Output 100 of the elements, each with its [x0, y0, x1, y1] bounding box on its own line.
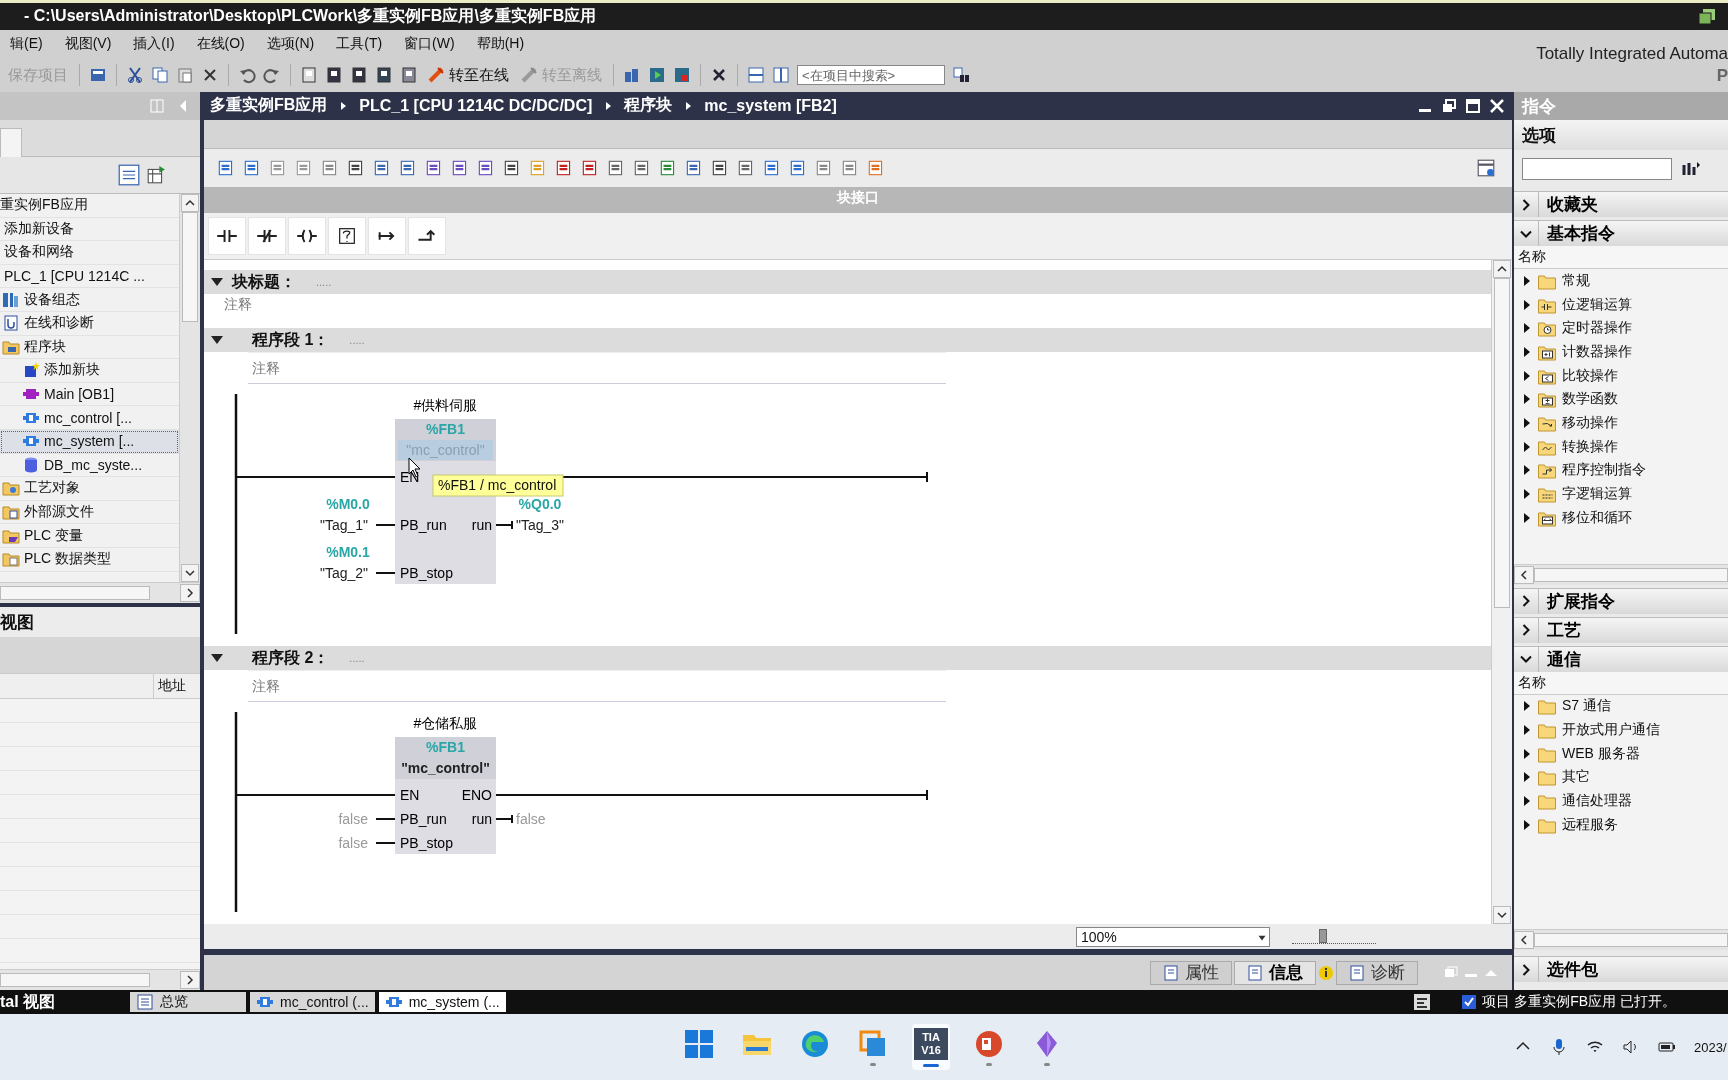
menu-item[interactable]: 工具(T): [336, 35, 395, 53]
device-icon[interactable]: [375, 66, 393, 84]
scrollbar-thumb[interactable]: [0, 973, 150, 987]
tree-item[interactable]: PLC 变量: [0, 524, 179, 548]
instruction-folder[interactable]: 移位和循环: [1514, 505, 1728, 530]
inspector-tab[interactable]: 信息: [1234, 960, 1316, 985]
slider-thumb[interactable]: [1319, 929, 1328, 944]
scroll-right-button[interactable]: [180, 971, 200, 989]
chevron-icon[interactable]: [1520, 963, 1532, 976]
empty-box-button[interactable]: [328, 217, 366, 256]
editor-tab[interactable]: mc_control (...: [250, 992, 375, 1012]
maximize-icon[interactable]: [1464, 96, 1482, 115]
instruction-folder[interactable]: 定时器操作: [1514, 316, 1728, 341]
instruction-folder[interactable]: 计数器操作: [1514, 340, 1728, 364]
menu-item[interactable]: 视图(V): [64, 35, 124, 53]
scroll-down-button[interactable]: [1493, 906, 1511, 925]
negated-contact-button[interactable]: [248, 217, 286, 256]
instruction-folder[interactable]: S7 通信: [1514, 694, 1728, 719]
windows-icon[interactable]: [1698, 7, 1716, 26]
comment-placeholder[interactable]: 注释: [252, 358, 280, 379]
comment-placeholder[interactable]: 注释: [252, 676, 280, 697]
column-header[interactable]: 名称: [1518, 248, 1546, 266]
instruction-folder[interactable]: 开放式用户通信: [1514, 718, 1728, 742]
split-vertical-icon[interactable]: [772, 66, 790, 84]
instruction-folder[interactable]: 其它: [1514, 765, 1728, 790]
zoom-dropdown[interactable]: 100%: [1076, 926, 1270, 947]
section-header[interactable]: 工艺: [1514, 616, 1728, 643]
branch-open-button[interactable]: [368, 217, 406, 256]
scroll-down-button[interactable]: [181, 564, 199, 582]
split-horizontal-icon[interactable]: [747, 66, 765, 84]
tree-item[interactable]: PLC 数据类型: [0, 547, 179, 572]
menu-item[interactable]: 在线(O): [196, 35, 257, 53]
copy-icon[interactable]: [151, 66, 169, 84]
inspector-tab[interactable]: 属性: [1150, 960, 1232, 985]
contact-button[interactable]: [208, 217, 246, 256]
editor-tab[interactable]: mc_system (...: [378, 992, 506, 1012]
inspector-tab[interactable]: 诊断: [1336, 960, 1418, 985]
go-online-button[interactable]: 转至在线: [425, 65, 511, 85]
microphone-icon[interactable]: [1550, 1038, 1568, 1056]
editor-tab[interactable]: 总览: [130, 992, 246, 1012]
print-icon[interactable]: [89, 66, 107, 84]
branch-close-button[interactable]: [408, 217, 446, 256]
scroll-up-button[interactable]: [1493, 260, 1511, 279]
tree-item[interactable]: 工艺对象: [0, 477, 179, 501]
clock[interactable]: 2023/: [1694, 1039, 1728, 1055]
section-header[interactable]: 通信: [1514, 645, 1728, 672]
scroll-up-button[interactable]: [181, 194, 199, 212]
breadcrumb-item[interactable]: PLC_1 [CPU 1214C DC/DC/DC]: [359, 96, 593, 115]
tree-item[interactable]: Main [OB1]: [0, 382, 179, 407]
menu-item[interactable]: 选项(N): [266, 35, 327, 53]
chevron-icon[interactable]: [1520, 624, 1532, 637]
menu-item[interactable]: 辑(E): [10, 35, 55, 53]
instruction-folder[interactable]: 比较操作: [1514, 363, 1728, 388]
instruction-folder[interactable]: WEB 服务器: [1514, 741, 1728, 766]
search-field[interactable]: <在项目中搜索>: [797, 65, 945, 85]
instruction-folder[interactable]: 常规: [1514, 269, 1728, 293]
paste-icon[interactable]: [176, 66, 194, 84]
scrollbar-thumb[interactable]: [1534, 567, 1728, 582]
section-header[interactable]: 扩展指令: [1514, 587, 1728, 614]
section-header[interactable]: 选件包: [1514, 956, 1728, 982]
menu-item[interactable]: 窗口(W): [404, 35, 467, 53]
scrollbar-thumb[interactable]: [1494, 278, 1510, 609]
restore-icon[interactable]: [1440, 96, 1458, 115]
tree-item[interactable]: 在线和诊断: [0, 311, 179, 336]
portal-view-link[interactable]: tal 视图: [0, 991, 130, 1013]
tree-item[interactable]: DB_mc_syste...: [0, 453, 179, 478]
instruction-folder[interactable]: 移动操作: [1514, 411, 1728, 435]
tree-item[interactable]: mc_control [...: [0, 406, 179, 430]
instruction-folder[interactable]: 位逻辑运算: [1514, 292, 1728, 317]
cut-icon[interactable]: [126, 66, 144, 84]
coil-button[interactable]: [288, 217, 326, 256]
layout-icon[interactable]: [1476, 157, 1496, 178]
menu-item[interactable]: 帮助(H): [476, 35, 537, 53]
chevron-icon[interactable]: [1520, 595, 1532, 608]
tree-item[interactable]: mc_system [...: [0, 429, 179, 454]
list-view-icon[interactable]: [118, 164, 140, 186]
function-block[interactable]: [395, 737, 496, 855]
breadcrumb-item[interactable]: mc_system [FB2]: [704, 96, 837, 115]
tree-item[interactable]: 外部源文件: [0, 500, 179, 525]
stop-icon[interactable]: [673, 66, 691, 84]
section-header[interactable]: 基本指令: [1514, 220, 1728, 246]
close-icon[interactable]: [1488, 96, 1506, 115]
column-header[interactable]: 名称: [1518, 673, 1546, 692]
taskbar-app[interactable]: TIA V16: [912, 1024, 950, 1070]
status-icon[interactable]: [1412, 992, 1433, 1012]
device-icon[interactable]: [350, 66, 368, 84]
instruction-folder[interactable]: 程序控制指令: [1514, 458, 1728, 483]
search-field[interactable]: [1522, 158, 1672, 180]
redo-icon[interactable]: [263, 66, 281, 84]
device-icon[interactable]: [400, 66, 418, 84]
breadcrumb-item[interactable]: 程序块: [624, 95, 673, 117]
device-icon[interactable]: [325, 66, 343, 84]
zoom-slider[interactable]: [1292, 929, 1376, 945]
tree-item[interactable]: 添加新块: [0, 359, 179, 383]
scrollbar-thumb[interactable]: [1534, 933, 1728, 947]
instruction-folder[interactable]: 转换操作: [1514, 434, 1728, 459]
tree-item[interactable]: 设备组态: [0, 288, 179, 312]
table-icon[interactable]: [146, 165, 166, 185]
scroll-left-button[interactable]: [1514, 565, 1534, 584]
scrollbar-thumb[interactable]: [182, 212, 198, 322]
